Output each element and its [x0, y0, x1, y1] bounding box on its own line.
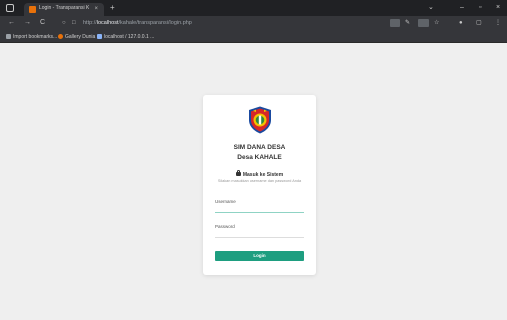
minimize-button[interactable]: –: [460, 3, 464, 13]
profile-icon[interactable]: ●: [459, 19, 463, 27]
url-path: /kahale/transparansi/login.php: [118, 20, 192, 26]
extension-icon[interactable]: [390, 19, 400, 27]
password-input[interactable]: [215, 230, 304, 238]
login-description: Silakan masukkan username dan password A…: [217, 179, 302, 183]
password-label: Password: [215, 224, 235, 229]
menu-icon[interactable]: ⋮: [495, 19, 501, 27]
village-name: Desa KAHALE: [237, 154, 282, 161]
url-host: localhost: [96, 20, 119, 26]
username-label: Username: [215, 199, 236, 204]
tab-title: Login - Transparansi Keuan: [39, 5, 89, 11]
bookmark-item[interactable]: localhost / 127.0.0.1 ...: [97, 33, 154, 41]
window-icon[interactable]: [6, 4, 14, 12]
bookmark-label: localhost / 127.0.0.1 ...: [104, 34, 155, 40]
bookmark-item[interactable]: Import bookmarks...: [6, 33, 57, 41]
url-text: http://localhost/kahale/transparansi/log…: [83, 19, 192, 28]
shield-logo-icon: [249, 106, 271, 134]
tab-search-icon[interactable]: ⌄: [428, 3, 434, 13]
bookmark-label: Import bookmarks...: [13, 34, 58, 40]
browser-tab[interactable]: Login - Transparansi Keuan ×: [24, 3, 104, 16]
login-heading-text: Masuk ke Sistem: [242, 172, 284, 178]
forward-button[interactable]: →: [24, 18, 31, 28]
browser-tab-bar: Login - Transparansi Keuan × + ⌄ – ▫ ×: [0, 0, 507, 16]
bookmark-icon: [6, 34, 11, 39]
username-input[interactable]: [215, 205, 304, 213]
bookmark-item[interactable]: Gallery Dunia: [58, 33, 95, 41]
page-info-icon[interactable]: □: [72, 18, 76, 29]
reload-button[interactable]: C: [40, 18, 45, 28]
browser-toolbar: ← → C ○ □ http://localhost/kahale/transp…: [0, 16, 507, 31]
address-bar[interactable]: ○ □ http://localhost/kahale/transparansi…: [60, 18, 440, 29]
close-window-button[interactable]: ×: [496, 3, 500, 13]
back-button[interactable]: ←: [8, 18, 15, 28]
tab-favicon-icon: [29, 6, 36, 13]
shield-icon[interactable]: ○: [62, 18, 66, 29]
maximize-button[interactable]: ▫: [479, 3, 481, 13]
translate-icon[interactable]: ✎: [405, 19, 410, 27]
badge-icon[interactable]: [418, 19, 429, 27]
app-title: SIM DANA DESA: [233, 144, 286, 151]
star-icon[interactable]: ☆: [434, 19, 439, 27]
bookmarks-bar: Import bookmarks... Gallery Dunia localh…: [0, 31, 507, 43]
bookmark-icon: [97, 34, 102, 39]
login-button[interactable]: Login: [215, 251, 304, 261]
login-heading: Masuk ke Sistem: [203, 170, 316, 178]
login-card: SIM DANA DESA Desa KAHALE Masuk ke Siste…: [203, 95, 316, 275]
tab-close-icon[interactable]: ×: [94, 5, 98, 13]
extensions-puzzle-icon[interactable]: ▢: [476, 19, 482, 27]
bookmark-label: Gallery Dunia: [65, 34, 96, 40]
url-prefix: http://: [83, 20, 97, 26]
new-tab-button[interactable]: +: [110, 3, 115, 13]
lock-icon: [235, 170, 241, 176]
bookmark-icon: [58, 34, 63, 39]
